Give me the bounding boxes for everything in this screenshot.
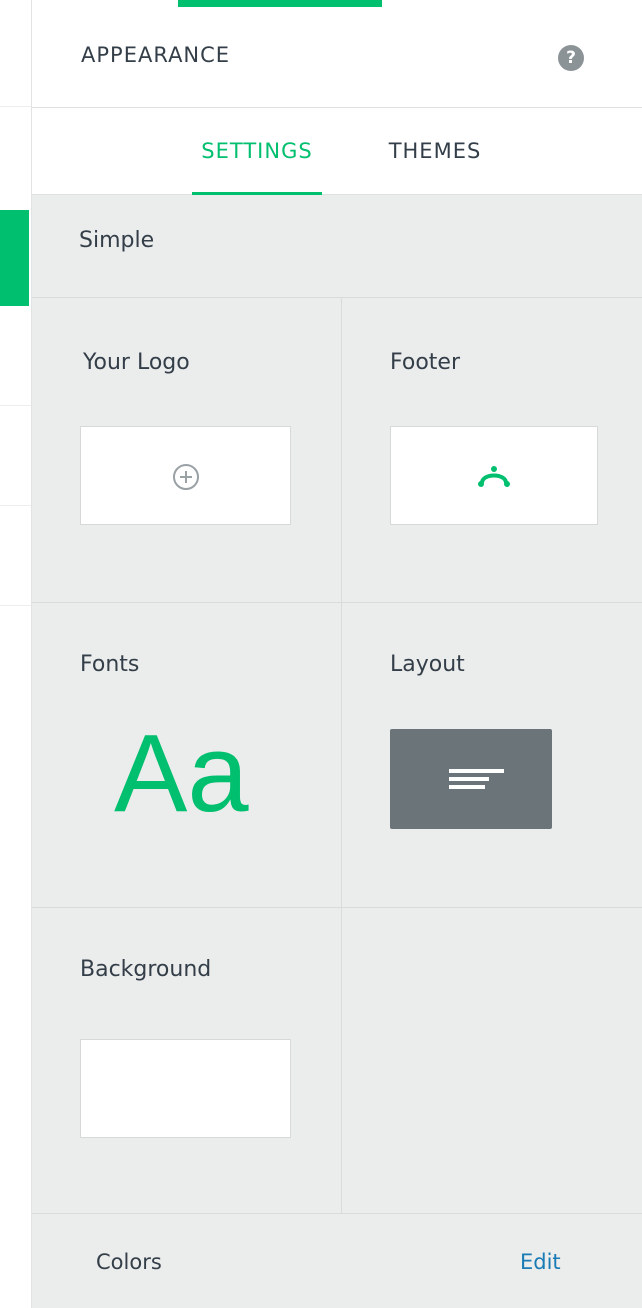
- current-theme-row[interactable]: Simple: [32, 195, 642, 298]
- question-circle-icon[interactable]: ?: [558, 45, 584, 71]
- footer-label: Footer: [390, 350, 460, 375]
- footer-setting[interactable]: Footer: [341, 298, 642, 603]
- brand-logo-icon: [478, 466, 510, 487]
- font-preview: Aa: [114, 712, 249, 835]
- left-aligned-layout-icon: [449, 769, 504, 789]
- colors-label: Colors: [96, 1250, 162, 1274]
- panel-title: APPEARANCE: [81, 43, 231, 67]
- fonts-setting[interactable]: Fonts Aa: [32, 602, 337, 907]
- tab-themes[interactable]: THEMES: [370, 108, 500, 195]
- add-circle-icon: [173, 464, 199, 490]
- sidebar-divider: [0, 405, 31, 406]
- top-accent-bar: [178, 0, 382, 7]
- edit-colors-link[interactable]: Edit: [520, 1250, 561, 1274]
- sidebar-divider: [0, 505, 31, 506]
- background-label: Background: [80, 957, 212, 982]
- sidebar-active-indicator: [0, 210, 29, 306]
- sidebar-divider: [0, 605, 31, 606]
- fonts-label: Fonts: [80, 652, 140, 677]
- theme-name: Simple: [79, 228, 155, 253]
- sidebar-divider: [0, 106, 31, 107]
- logo-setting[interactable]: Your Logo: [32, 298, 337, 603]
- tab-settings[interactable]: SETTINGS: [192, 108, 322, 195]
- left-sidebar-strip: [0, 0, 32, 1308]
- panel-header: APPEARANCE ?: [32, 0, 642, 108]
- layout-preview[interactable]: [390, 729, 552, 829]
- appearance-panel: APPEARANCE ? SETTINGS THEMES Simple Your…: [32, 0, 642, 1308]
- colors-row: Colors Edit: [32, 1213, 642, 1308]
- layout-setting[interactable]: Layout: [341, 602, 642, 907]
- background-setting[interactable]: Background: [32, 907, 337, 1212]
- layout-label: Layout: [390, 652, 465, 677]
- footer-preview-box[interactable]: [390, 426, 598, 525]
- tab-bar: SETTINGS THEMES: [32, 108, 642, 195]
- logo-upload-box[interactable]: [80, 426, 291, 525]
- background-color-swatch[interactable]: [80, 1039, 291, 1138]
- logo-label: Your Logo: [83, 350, 190, 375]
